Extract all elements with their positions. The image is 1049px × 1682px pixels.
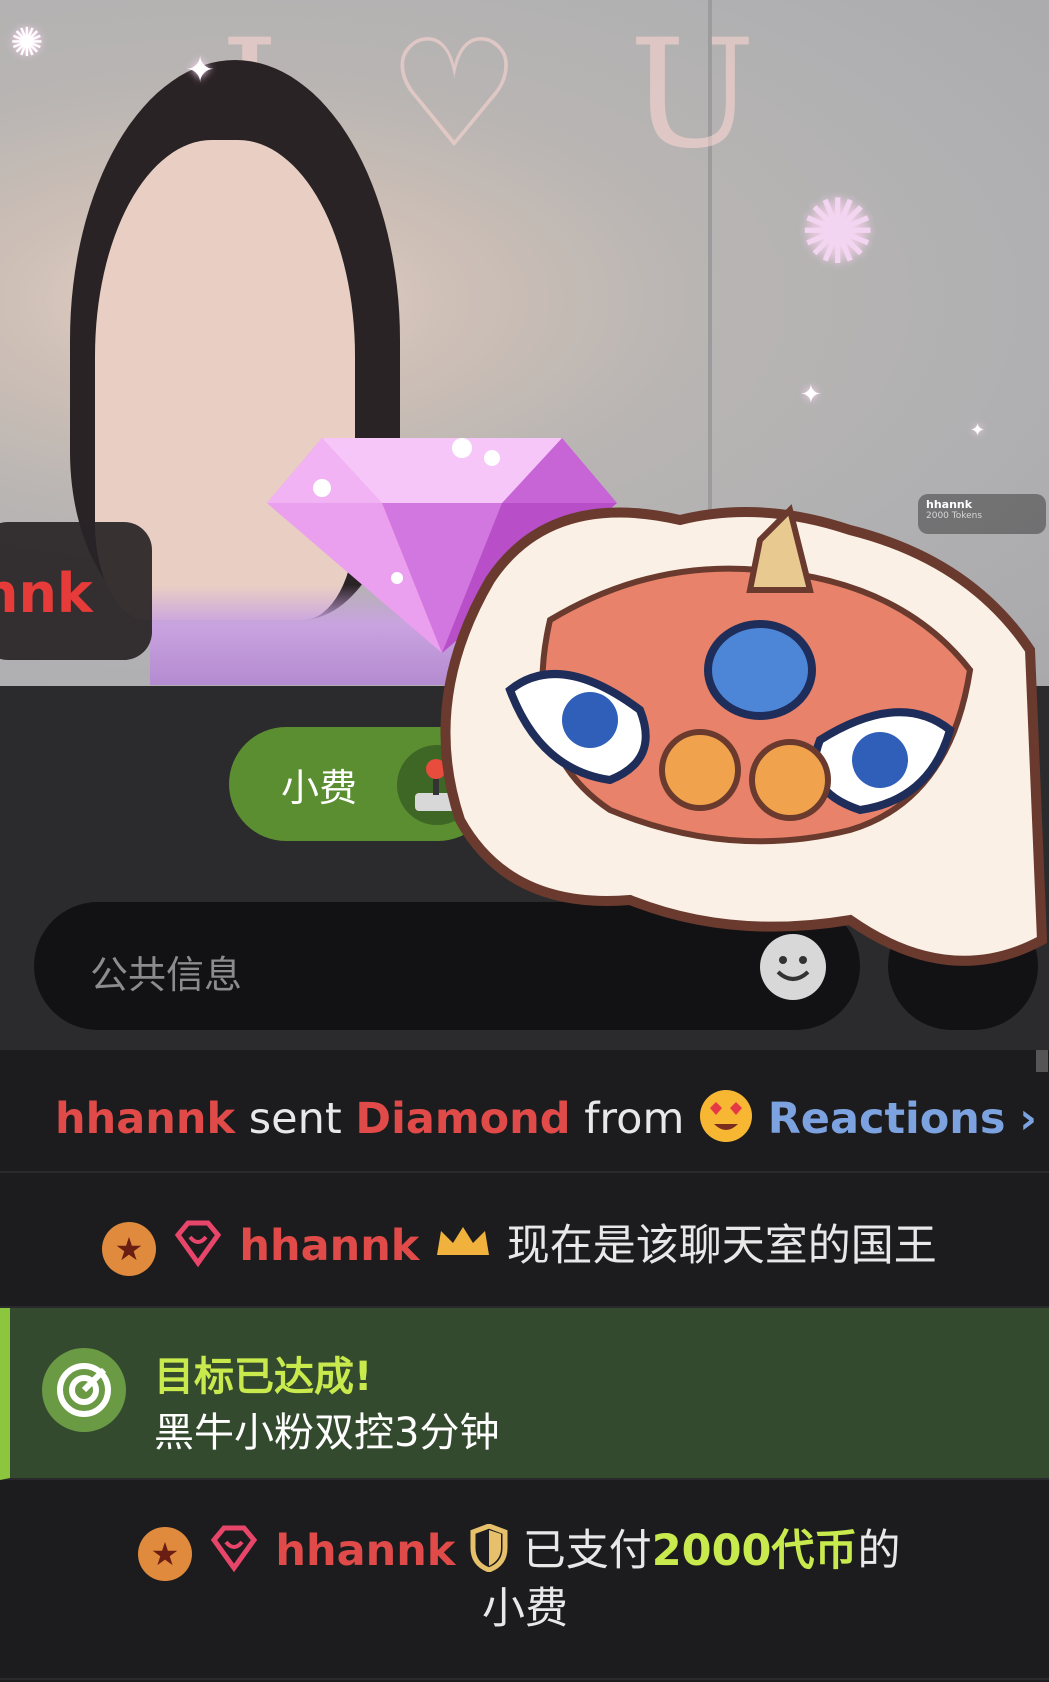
star-badge-icon: ★ (102, 1221, 156, 1276)
chat-message-reaction: hhannk sent Diamond from Reactions › (0, 1050, 1049, 1173)
reactions-link[interactable]: Reactions (768, 1094, 1006, 1144)
lion-dance-mascot (440, 504, 1048, 966)
username[interactable]: hhannk (239, 1221, 419, 1271)
streamer-name-tag: nnk (0, 522, 152, 660)
chat-feed: hhannk sent Diamond from Reactions › ★ h… (0, 1050, 1049, 1682)
goal-description: 黑牛小粉双控3分钟 (154, 1410, 500, 1456)
chat-message-goal: 目标已达成! 黑牛小粉双控3分钟 (0, 1308, 1049, 1480)
firework-burst-icon: ✺ (800, 180, 876, 285)
sparkle-icon: ✺ (10, 20, 44, 66)
diamond-badge-icon (170, 1215, 226, 1282)
scrollbar[interactable] (1036, 1050, 1048, 1072)
chat-message-king: ★ hhannk 现在是该聊天室的国王 (0, 1173, 1049, 1308)
sparkle-icon: ✦ (185, 50, 216, 91)
tip-amount: 2000代币 (651, 1526, 858, 1576)
goal-title: 目标已达成! (154, 1354, 373, 1400)
heart-eyes-emoji (698, 1088, 754, 1155)
chevron-right-icon[interactable]: › (1019, 1094, 1037, 1144)
username[interactable]: hhannk (275, 1526, 455, 1576)
chat-message-tip: ★ hhannk 已支付2000代币的 小费 (0, 1480, 1049, 1680)
sparkle-icon: ✦ (970, 420, 986, 441)
sparkle-icon: ✦ (800, 380, 822, 410)
crown-icon (433, 1223, 493, 1274)
target-icon (42, 1348, 126, 1432)
star-badge-icon: ★ (138, 1526, 192, 1581)
gift-name: Diamond (355, 1094, 571, 1144)
diamond-badge-icon (206, 1520, 262, 1587)
username[interactable]: hhannk (55, 1094, 235, 1144)
